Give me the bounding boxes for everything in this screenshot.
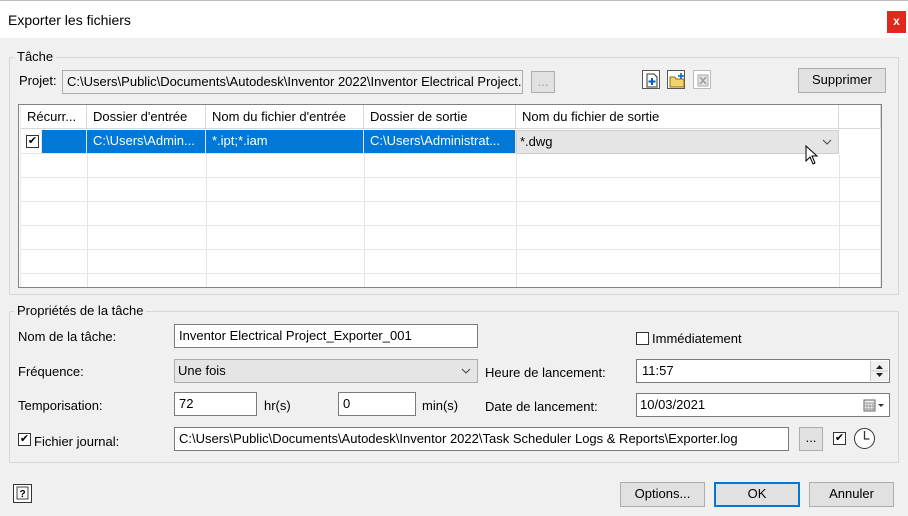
output-folder-cell[interactable]: C:\Users\Administrat... — [364, 130, 516, 154]
add-folder-icon[interactable] — [667, 70, 685, 89]
task-table: Récurr... Dossier d'entrée Nom du fichie… — [18, 104, 882, 288]
column-header-input-folder[interactable]: Dossier d'entrée — [87, 105, 206, 129]
properties-group-legend: Propriétés de la tâche — [14, 303, 147, 318]
schedule-log-checkbox[interactable]: ✔ — [833, 432, 846, 445]
start-time-value: 11:57 — [642, 363, 674, 378]
close-button[interactable]: x — [887, 11, 906, 33]
delay-minutes-input[interactable]: 0 — [338, 392, 416, 416]
hours-unit-label: hr(s) — [264, 398, 291, 413]
project-label: Projet: — [19, 73, 57, 88]
column-header-recurring[interactable]: Récurr... — [21, 105, 87, 129]
delay-label: Temporisation: — [18, 398, 103, 413]
ok-button[interactable]: OK — [714, 482, 800, 507]
time-spinner[interactable] — [870, 361, 888, 381]
delete-button[interactable]: Supprimer — [798, 68, 886, 93]
column-header-input-files[interactable]: Nom du fichier d'entrée — [206, 105, 364, 129]
delay-hours-input[interactable]: 72 — [174, 392, 257, 416]
log-file-checkbox[interactable]: ✔ — [18, 433, 31, 446]
immediately-label: Immédiatement — [652, 331, 742, 346]
window-title: Exporter les fichiers — [8, 12, 131, 28]
svg-text:?: ? — [19, 489, 25, 500]
help-icon: ? — [16, 486, 29, 500]
help-button[interactable]: ? — [13, 484, 32, 503]
spinner-arrows-icon — [871, 365, 888, 377]
log-browse-button[interactable]: ... — [799, 427, 823, 451]
title-bar — [0, 0, 908, 38]
task-name-input[interactable]: Inventor Electrical Project_Exporter_001 — [174, 324, 478, 348]
output-file-value: *.dwg — [520, 134, 553, 149]
mouse-cursor-icon — [805, 145, 819, 165]
options-button[interactable]: Options... — [620, 482, 705, 507]
cancel-button[interactable]: Annuler — [809, 482, 894, 507]
log-file-label: Fichier journal: — [34, 434, 120, 449]
frequency-value: Une fois — [178, 363, 226, 378]
input-folder-cell[interactable]: C:\Users\Admin... — [87, 130, 206, 154]
column-header-output-folder[interactable]: Dossier de sortie — [364, 105, 516, 129]
frequency-select[interactable]: Une fois — [174, 359, 478, 383]
frequency-label: Fréquence: — [18, 364, 84, 379]
add-task-icon[interactable] — [642, 70, 660, 89]
start-date-value: 10/03/2021 — [640, 397, 706, 412]
output-file-combo[interactable]: *.dwg — [516, 130, 839, 154]
minutes-unit-label: min(s) — [422, 398, 459, 413]
task-group-legend: Tâche — [14, 49, 57, 64]
start-time-label: Heure de lancement: — [485, 365, 606, 380]
remove-task-icon[interactable] — [693, 70, 711, 89]
column-header-output-file[interactable]: Nom du fichier de sortie — [516, 105, 839, 129]
clock-icon[interactable] — [853, 427, 876, 450]
task-name-label: Nom de la tâche: — [18, 329, 117, 344]
start-time-input[interactable]: 11:57 — [636, 359, 890, 383]
project-browse-button[interactable]: ... — [531, 71, 555, 93]
chevron-down-icon — [461, 368, 471, 374]
immediately-checkbox[interactable] — [636, 332, 649, 345]
project-field[interactable]: C:\Users\Public\Documents\Autodesk\Inven… — [62, 70, 523, 94]
log-file-input[interactable]: C:\Users\Public\Documents\Autodesk\Inven… — [174, 427, 789, 451]
start-date-label: Date de lancement: — [485, 399, 598, 414]
calendar-icon[interactable] — [863, 399, 885, 412]
recurring-checkbox[interactable]: ✔ — [26, 135, 39, 148]
start-date-picker[interactable]: 10/03/2021 — [636, 393, 890, 417]
chevron-down-icon — [822, 139, 832, 145]
table-row[interactable]: ✔ — [21, 130, 42, 154]
input-files-cell[interactable]: *.ipt;*.iam — [206, 130, 364, 154]
